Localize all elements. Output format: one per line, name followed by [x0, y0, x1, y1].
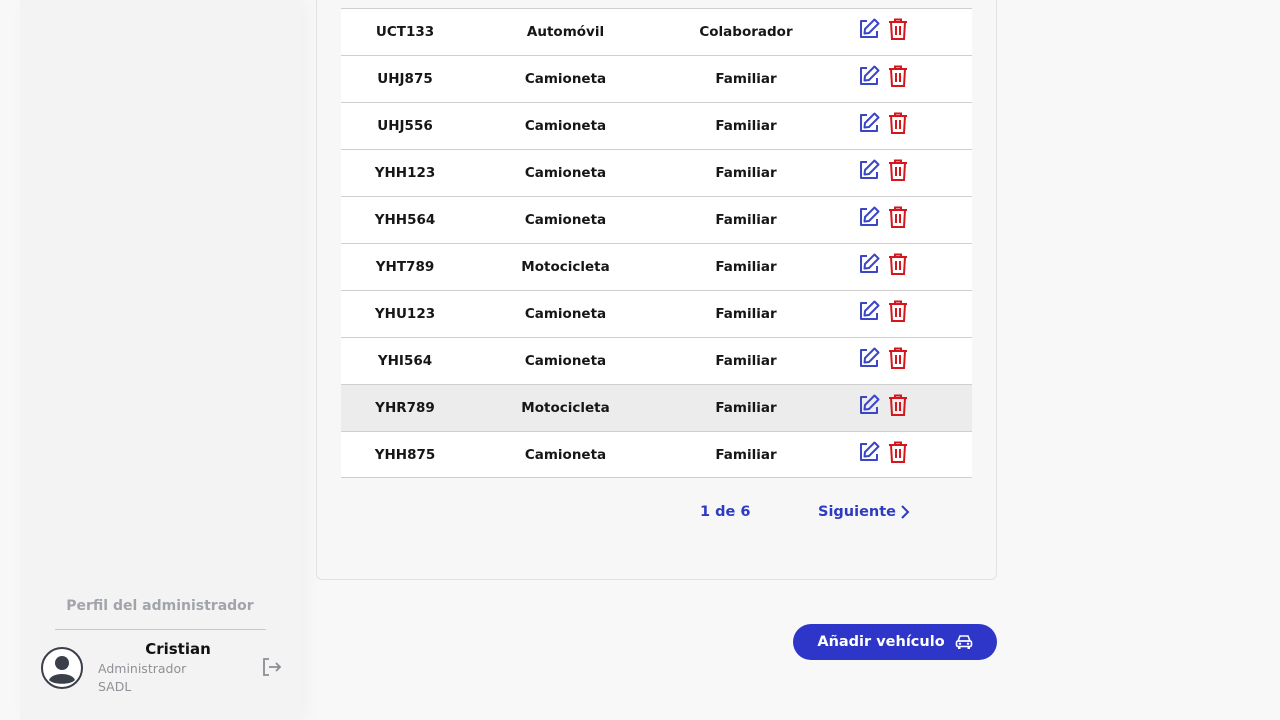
row-actions: [830, 111, 972, 135]
chevron-right-icon: [901, 505, 910, 519]
cell-vehicle-type: Motocicleta: [521, 400, 610, 416]
table-row[interactable]: YHT789 Motocicleta Familiar: [341, 243, 972, 290]
next-page-button[interactable]: Siguiente: [818, 504, 910, 520]
cell-vehicle-type: Camioneta: [524, 353, 607, 369]
cell-category: Familiar: [715, 71, 777, 87]
trash-icon[interactable]: [887, 440, 911, 464]
pagination-count: 1 de 6: [700, 504, 751, 520]
profile-heading: Perfil del administrador: [66, 598, 254, 614]
add-vehicle-button[interactable]: Añadir vehículo: [793, 624, 997, 660]
profile-divider: [55, 629, 266, 630]
user-role: Administrador: [98, 661, 187, 676]
user-org: SADL: [98, 679, 132, 694]
table-row[interactable]: YHU123 Camioneta Familiar: [341, 290, 972, 337]
trash-icon[interactable]: [887, 64, 911, 88]
cell-plate: UCT133: [375, 24, 435, 40]
trash-icon[interactable]: [887, 17, 911, 41]
trash-icon[interactable]: [887, 393, 911, 417]
row-actions: [830, 346, 972, 370]
edit-icon[interactable]: [857, 205, 881, 229]
table-row[interactable]: YHR789 Motocicleta Familiar: [341, 384, 972, 431]
cell-category: Familiar: [715, 446, 777, 463]
trash-icon[interactable]: [887, 158, 911, 182]
edit-icon[interactable]: [857, 346, 881, 370]
trash-icon[interactable]: [887, 346, 911, 370]
trash-icon[interactable]: [887, 111, 911, 135]
cell-vehicle-type: Motocicleta: [521, 259, 610, 275]
table-row[interactable]: YHI564 Camioneta Familiar: [341, 337, 972, 384]
user-name: Cristian: [145, 640, 211, 658]
cell-vehicle-type: Camioneta: [524, 306, 607, 322]
row-actions: [830, 299, 972, 323]
trash-icon[interactable]: [887, 205, 911, 229]
row-actions: [830, 440, 972, 464]
edit-icon[interactable]: [857, 64, 881, 88]
cell-plate: YHI564: [377, 353, 433, 369]
cell-plate: YHH123: [374, 165, 436, 181]
logout-button[interactable]: [260, 657, 284, 679]
cell-plate: UHJ556: [377, 118, 433, 134]
edit-icon[interactable]: [857, 299, 881, 323]
edit-icon[interactable]: [857, 17, 881, 41]
cell-vehicle-type: Camioneta: [524, 165, 607, 181]
table-row[interactable]: YHH875 Camioneta Familiar: [341, 431, 972, 478]
cell-vehicle-type: Camioneta: [524, 446, 607, 463]
cell-plate: UHJ875: [377, 71, 433, 87]
row-actions: [830, 158, 972, 182]
edit-icon[interactable]: [857, 111, 881, 135]
vehicles-table: UCT133 Automóvil Colaborador UHJ875 Camionet…: [341, 8, 972, 478]
cell-vehicle-type: Camioneta: [524, 212, 607, 228]
cell-category: Familiar: [715, 118, 777, 134]
cell-category: Familiar: [715, 212, 777, 228]
table-row[interactable]: UHJ556 Camioneta Familiar: [341, 102, 972, 149]
page-margin: [0, 0, 20, 720]
cell-plate: YHH875: [374, 446, 436, 463]
row-actions: [830, 252, 972, 276]
add-vehicle-label: Añadir vehículo: [817, 634, 945, 650]
cell-category: Familiar: [715, 306, 777, 322]
edit-icon[interactable]: [857, 440, 881, 464]
row-actions: [830, 205, 972, 229]
row-actions: [830, 64, 972, 88]
edit-icon[interactable]: [857, 393, 881, 417]
cell-category: Familiar: [715, 400, 777, 416]
cell-vehicle-type: Camioneta: [524, 118, 607, 134]
trash-icon[interactable]: [887, 252, 911, 276]
trash-icon[interactable]: [887, 299, 911, 323]
cell-vehicle-type: Camioneta: [524, 71, 607, 87]
table-row[interactable]: UCT133 Automóvil Colaborador: [341, 8, 972, 55]
sidebar: Perfil del administrador Cristian Admini…: [20, 0, 300, 720]
table-row[interactable]: UHJ875 Camioneta Familiar: [341, 55, 972, 102]
cell-category: Familiar: [715, 259, 777, 275]
cell-category: Familiar: [715, 353, 777, 369]
cell-plate: YHR789: [375, 400, 435, 416]
row-actions: [830, 393, 972, 417]
row-actions: [830, 17, 972, 41]
cell-plate: YHU123: [374, 306, 436, 322]
table-row[interactable]: YHH564 Camioneta Familiar: [341, 196, 972, 243]
cell-vehicle-type: Automóvil: [526, 24, 605, 40]
car-icon: [955, 635, 972, 649]
edit-icon[interactable]: [857, 252, 881, 276]
table-row[interactable]: YHH123 Camioneta Familiar: [341, 149, 972, 196]
logout-icon: [263, 658, 282, 676]
cell-plate: YHH564: [374, 212, 436, 228]
next-page-label: Siguiente: [818, 504, 897, 520]
cell-category: Familiar: [715, 165, 777, 181]
edit-icon[interactable]: [857, 158, 881, 182]
cell-category: Colaborador: [699, 24, 793, 40]
cell-plate: YHT789: [375, 259, 435, 275]
user-circle-icon: [41, 647, 83, 689]
